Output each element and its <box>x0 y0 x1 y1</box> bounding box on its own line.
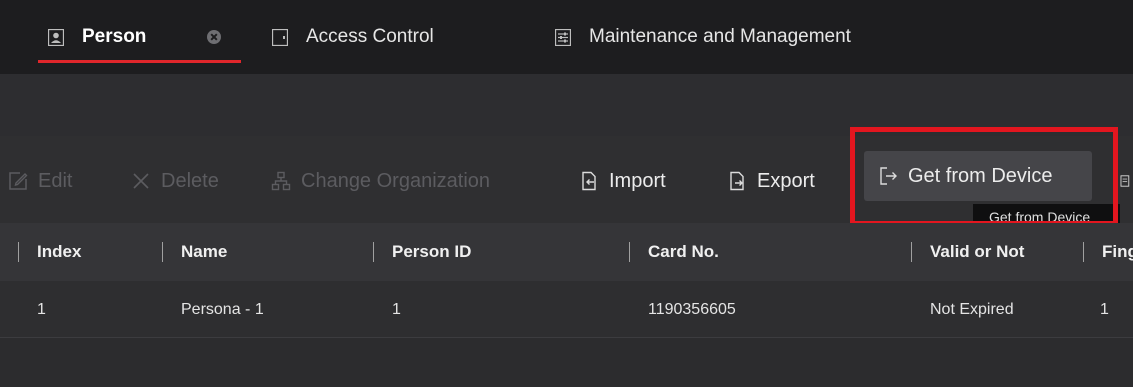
column-label: Person ID <box>392 242 472 261</box>
import-icon <box>582 171 596 191</box>
close-tab-icon[interactable] <box>207 30 221 44</box>
cell-person-id: 1 <box>392 300 401 318</box>
column-header-name[interactable]: Name <box>162 223 227 281</box>
import-label: Import <box>609 169 666 192</box>
list-icon <box>1120 175 1130 187</box>
close-icon <box>133 173 149 189</box>
delete-label: Delete <box>161 169 219 192</box>
get-from-device-label: Get from Device <box>908 164 1053 187</box>
column-separator <box>629 242 630 262</box>
tab-maintenance-label: Maintenance and Management <box>589 26 851 47</box>
person-card-icon <box>48 28 64 46</box>
edit-label: Edit <box>38 169 73 192</box>
settings-panel-icon <box>555 28 571 46</box>
column-separator <box>911 242 912 262</box>
column-header-index[interactable]: Index <box>18 223 81 281</box>
column-label: Fing <box>1102 242 1133 261</box>
import-button[interactable]: Import <box>579 163 666 199</box>
tab-access-control-label: Access Control <box>306 26 434 47</box>
delete-button[interactable]: Delete <box>131 163 219 199</box>
export-button[interactable]: Export <box>727 163 815 199</box>
column-label: Index <box>37 242 82 261</box>
column-separator <box>1083 242 1084 262</box>
column-header-person-id[interactable]: Person ID <box>373 223 471 281</box>
edit-button[interactable]: Edit <box>8 163 72 199</box>
column-separator <box>373 242 374 262</box>
cell-index: 1 <box>37 300 46 318</box>
edit-icon <box>9 172 28 190</box>
change-organization-label: Change Organization <box>301 169 491 192</box>
column-header-valid[interactable]: Valid or Not <box>911 223 1024 281</box>
cell-name: Persona - 1 <box>181 300 264 318</box>
organization-icon <box>271 171 291 191</box>
tab-maintenance[interactable]: Maintenance and Management <box>555 0 851 74</box>
filter-band <box>0 74 1133 136</box>
active-tab-indicator <box>38 60 241 63</box>
table-row[interactable]: 1 Persona - 1 1 1190356605 Not Expired 1 <box>0 281 1133 338</box>
cell-card-no: 1190356605 <box>648 300 736 318</box>
table-header: Index Name Person ID Card No. Valid or N… <box>0 223 1133 281</box>
export-label: Export <box>757 169 815 192</box>
change-organization-button[interactable]: Change Organization <box>271 163 490 199</box>
sign-in-icon <box>880 167 897 185</box>
cell-fingerprint: 1 <box>1100 300 1109 318</box>
cell-valid: Not Expired <box>930 300 1014 318</box>
column-separator <box>18 242 19 262</box>
tab-access-control[interactable]: Access Control <box>272 0 434 74</box>
column-label: Card No. <box>648 242 719 261</box>
table-empty-area <box>0 338 1133 387</box>
column-header-card-no[interactable]: Card No. <box>629 223 719 281</box>
column-separator <box>162 242 163 262</box>
export-icon <box>730 171 744 191</box>
tab-person-label: Person <box>82 26 147 47</box>
column-label: Valid or Not <box>930 242 1025 261</box>
more-toolbar-icon[interactable] <box>1120 163 1133 199</box>
column-header-fingerprint[interactable]: Fing <box>1083 223 1133 281</box>
column-label: Name <box>181 242 228 261</box>
tooltip: Get from Device <box>973 204 1120 224</box>
door-icon <box>272 28 288 46</box>
tab-bar: Person Access Control Maintenance and Ma… <box>0 0 1133 74</box>
get-from-device-button[interactable]: Get from Device <box>864 151 1092 201</box>
